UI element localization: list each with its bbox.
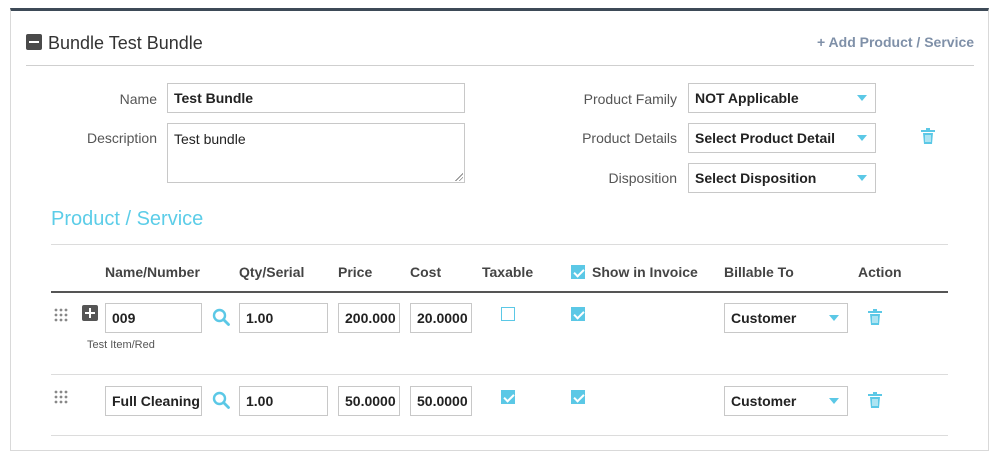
delete-row-button[interactable] [868, 392, 882, 413]
disposition-value: Select Disposition [695, 170, 817, 186]
col-header-qty: Qty/Serial [239, 264, 305, 280]
disposition-label: Disposition [608, 170, 677, 186]
col-header-cost: Cost [410, 264, 442, 280]
chevron-down-icon [829, 315, 839, 321]
item-subtext: Test Item/Red [87, 339, 155, 351]
product-details-select[interactable]: Select Product Detail [688, 123, 876, 153]
table-header-divider [51, 291, 948, 293]
section-title: Product / Service [51, 208, 204, 230]
qty-input[interactable]: 1.00 [239, 386, 328, 416]
bundle-title: Bundle Test Bundle [48, 33, 203, 53]
show-invoice-all-checkbox[interactable] [571, 265, 585, 279]
col-header-action: Action [858, 264, 902, 280]
chevron-down-icon [857, 175, 867, 181]
col-header-taxable: Taxable [482, 264, 534, 280]
col-header-show-invoice: Show in Invoice [592, 264, 698, 280]
chevron-down-icon [829, 398, 839, 404]
disposition-select[interactable]: Select Disposition [688, 163, 876, 193]
item-search-button[interactable] [212, 308, 230, 331]
cost-input[interactable]: 50.0000 [410, 386, 472, 416]
trash-icon [868, 309, 882, 325]
price-input[interactable]: 200.000 [338, 303, 400, 333]
description-label: Description [86, 130, 157, 146]
description-text: Test bundle [174, 131, 246, 147]
trash-icon [868, 392, 882, 408]
product-family-label: Product Family [583, 91, 677, 107]
taxable-checkbox[interactable] [501, 307, 515, 321]
collapse-icon[interactable] [26, 34, 42, 50]
product-family-select[interactable]: NOT Applicable [688, 83, 876, 113]
product-family-value: NOT Applicable [695, 90, 799, 106]
price-input[interactable]: 50.0000 [338, 386, 400, 416]
chevron-down-icon [857, 135, 867, 141]
qty-input[interactable]: 1.00 [239, 303, 328, 333]
row-divider [51, 435, 948, 436]
chevron-down-icon [857, 95, 867, 101]
expand-item-icon[interactable] [82, 305, 98, 321]
billable-to-select[interactable]: Customer [724, 386, 848, 416]
name-input[interactable]: Test Bundle [167, 83, 465, 113]
section-divider [51, 244, 948, 245]
name-label: Name [119, 91, 157, 107]
drag-handle-icon[interactable] [54, 390, 68, 404]
bundle-panel: Bundle Test Bundle + Add Product / Servi… [10, 8, 989, 451]
col-header-price: Price [338, 264, 373, 280]
billable-to-select[interactable]: Customer [724, 303, 848, 333]
resize-handle-icon[interactable] [455, 173, 463, 181]
delete-bundle-button[interactable] [921, 128, 935, 149]
drag-handle-icon[interactable] [54, 308, 68, 322]
show-invoice-checkbox[interactable] [571, 390, 585, 404]
col-header-name: Name/Number [105, 264, 200, 280]
header-divider [26, 65, 974, 66]
description-textarea[interactable]: Test bundle [167, 123, 465, 183]
taxable-checkbox[interactable] [501, 390, 515, 404]
show-invoice-checkbox[interactable] [571, 307, 585, 321]
billable-to-value: Customer [731, 310, 797, 326]
product-details-label: Product Details [582, 130, 677, 146]
search-icon [212, 308, 230, 326]
item-name-input[interactable]: 009 [105, 303, 202, 333]
search-icon [212, 391, 230, 409]
delete-row-button[interactable] [868, 309, 882, 330]
cost-input[interactable]: 20.0000 [410, 303, 472, 333]
add-product-service-link[interactable]: + Add Product / Service [817, 34, 974, 50]
product-details-value: Select Product Detail [695, 130, 836, 146]
billable-to-value: Customer [731, 393, 797, 409]
item-search-button[interactable] [212, 391, 230, 414]
row-divider [51, 374, 948, 375]
col-header-billable: Billable To [724, 264, 794, 280]
trash-icon [921, 128, 935, 144]
item-name-input[interactable]: Full Cleaning [105, 386, 202, 416]
